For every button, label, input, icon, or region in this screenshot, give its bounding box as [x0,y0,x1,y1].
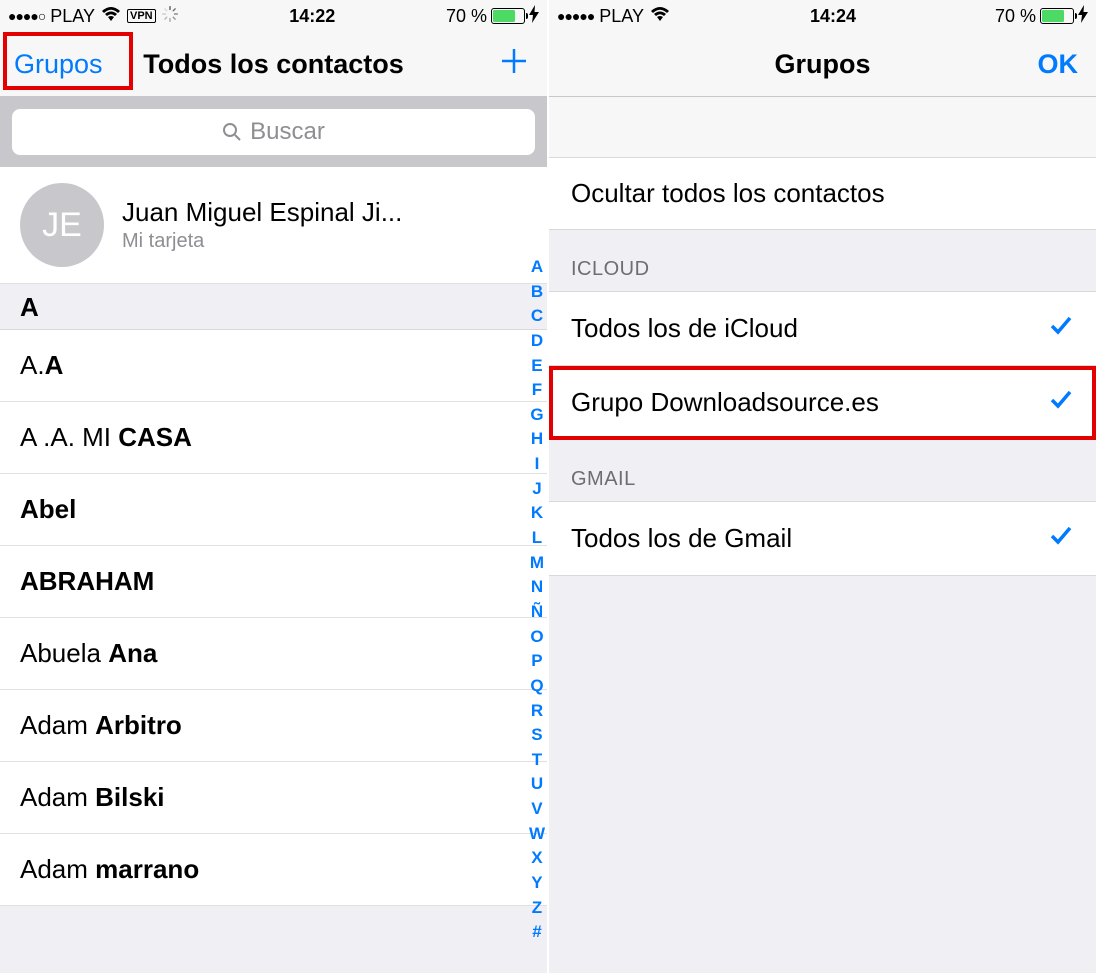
checkmark-icon [1048,386,1074,419]
hide-all-label: Ocultar todos los contactos [571,178,885,209]
index-letter[interactable]: M [529,551,545,576]
index-letter[interactable]: Q [529,674,545,699]
group-row[interactable]: Todos los de Gmail [549,501,1096,576]
battery-icon [1040,8,1074,24]
wifi-icon [100,6,122,27]
charging-bolt-icon [1078,5,1088,28]
page-title: Grupos [774,49,870,80]
ok-button[interactable]: OK [1038,49,1079,80]
wifi-icon [649,6,671,27]
carrier-label: PLAY [599,6,644,27]
index-letter[interactable]: X [529,846,545,871]
nav-bar: Grupos Todos los contactos [0,32,547,97]
status-time: 14:24 [671,6,995,27]
index-letter[interactable]: R [529,699,545,724]
checkmark-icon [1048,312,1074,345]
index-letter[interactable]: I [529,452,545,477]
contact-row[interactable]: Adam marrano [0,834,547,906]
index-letter[interactable]: A [529,255,545,280]
page-title: Todos los contactos [143,49,404,80]
avatar: JE [20,183,104,267]
group-row[interactable]: Grupo Downloadsource.es [549,366,1096,440]
my-card-row[interactable]: JE Juan Miguel Espinal Ji... Mi tarjeta [0,167,547,284]
group-label: Todos los de iCloud [571,313,798,344]
status-time: 14:22 [179,6,446,27]
my-card-subtitle: Mi tarjeta [122,230,402,253]
index-letter[interactable]: J [529,477,545,502]
signal-dots-icon: ●●●●● [557,8,594,24]
loading-spinner-icon [161,5,179,28]
index-letter[interactable]: Z [529,896,545,921]
contacts-list: A.AA .A. MI CASAAbelABRAHAMAbuela AnaAda… [0,330,547,906]
my-card-name: Juan Miguel Espinal Ji... [122,197,402,228]
index-letter[interactable]: D [529,329,545,354]
search-bar: Buscar [0,97,547,167]
group-section-header: ICLOUD [549,230,1096,291]
index-letter[interactable]: B [529,280,545,305]
index-letter[interactable]: O [529,625,545,650]
charging-bolt-icon [529,5,539,28]
index-letter[interactable]: W [529,822,545,847]
index-letter[interactable]: Ñ [529,600,545,625]
contact-row[interactable]: Adam Bilski [0,762,547,834]
index-letter[interactable]: V [529,797,545,822]
index-letter[interactable]: P [529,649,545,674]
nav-bar: Grupos OK [549,32,1096,97]
signal-dots-icon: ●●●●○ [8,8,45,24]
group-label: Grupo Downloadsource.es [571,387,879,418]
search-placeholder: Buscar [250,118,325,146]
group-section-header: GMAIL [549,440,1096,501]
index-letter[interactable]: H [529,427,545,452]
index-letter[interactable]: F [529,378,545,403]
contact-row[interactable]: ABRAHAM [0,546,547,618]
status-bar: ●●●●● PLAY 14:24 70 % [549,0,1096,32]
index-letter[interactable]: G [529,403,545,428]
contact-row[interactable]: A .A. MI CASA [0,402,547,474]
group-row[interactable]: Todos los de iCloud [549,291,1096,366]
index-letter[interactable]: K [529,501,545,526]
index-letter[interactable]: L [529,526,545,551]
section-header: A [0,284,547,330]
spacer [549,97,1096,157]
index-letter[interactable]: C [529,304,545,329]
battery-percent: 70 % [995,6,1036,27]
battery-percent: 70 % [446,6,487,27]
groups-button[interactable]: Grupos [14,49,103,80]
index-letter[interactable]: Y [529,871,545,896]
battery-icon [491,8,525,24]
checkmark-icon [1048,522,1074,555]
index-letter[interactable]: U [529,772,545,797]
contact-row[interactable]: Abuela Ana [0,618,547,690]
index-letter[interactable]: T [529,748,545,773]
search-input[interactable]: Buscar [12,109,535,155]
contact-row[interactable]: A.A [0,330,547,402]
search-icon [222,122,242,142]
carrier-label: PLAY [50,6,95,27]
add-contact-button[interactable] [499,46,529,83]
index-letter[interactable]: N [529,575,545,600]
phone-groups: ●●●●● PLAY 14:24 70 % Grupos OK Ocultar … [549,0,1098,973]
alphabet-index-bar[interactable]: ABCDEFGHIJKLMNÑOPQRSTUVWXYZ# [529,255,545,945]
index-letter[interactable]: S [529,723,545,748]
status-bar: ●●●●○ PLAY VPN 14:22 70 % [0,0,547,32]
index-letter[interactable]: # [529,920,545,945]
contact-row[interactable]: Adam Arbitro [0,690,547,762]
hide-all-contacts-row[interactable]: Ocultar todos los contactos [549,157,1096,230]
vpn-badge: VPN [127,9,156,23]
contact-row[interactable]: Abel [0,474,547,546]
index-letter[interactable]: E [529,354,545,379]
group-label: Todos los de Gmail [571,523,792,554]
phone-contacts: ●●●●○ PLAY VPN 14:22 70 % [0,0,549,973]
